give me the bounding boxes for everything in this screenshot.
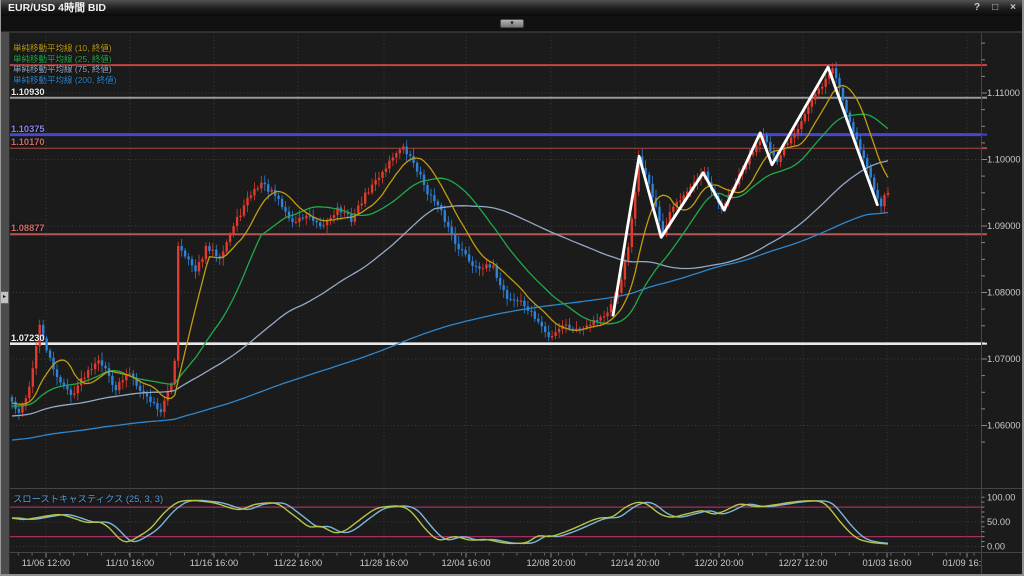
help-button[interactable]: ? (974, 0, 980, 16)
x-axis-label: 12/04 16:00 (441, 558, 490, 568)
stochastic-axis-label: 100.00 (987, 492, 1015, 502)
legend-item-sma75: 単純移動平均線 (75, 終値) (13, 64, 116, 75)
grid-lines (9, 33, 981, 552)
legend-item-sma200: 単純移動平均線 (200, 終値) (13, 75, 116, 86)
stochastic-axis-label: 0.00 (987, 542, 1005, 552)
x-axis-label: 11/10 16:00 (106, 558, 154, 568)
x-axis-label: 12/20 20:00 (694, 558, 743, 568)
ma-legend: 単純移動平均線 (10, 終値) 単純移動平均線 (25, 終値) 単純移動平均… (13, 43, 116, 85)
stochastic-axis-label: 50.00 (987, 517, 1010, 527)
title-bar[interactable]: EUR/USD 4時間 BID ? □ × (0, 0, 1024, 17)
maximize-button[interactable]: □ (992, 0, 998, 16)
chart-window: 1.11000 1.10000 1.09000 1.08000 1.07000 1.060… (0, 0, 1024, 576)
left-panel-strip: ▸ (0, 31, 10, 576)
stochastic-label: スローストキャスティクス (25, 3, 3) (13, 491, 163, 505)
window-title: EUR/USD 4時間 BID (8, 0, 106, 16)
sma-25-line (12, 114, 888, 406)
legend-item-sma10: 単純移動平均線 (10, 終値) (13, 43, 116, 54)
y-axis-label: 1.09000 (987, 221, 1021, 231)
sma-75-line (12, 161, 888, 416)
x-axis-label: 11/28 16:00 (360, 558, 408, 568)
chevron-right-icon: ▸ (3, 294, 6, 300)
y-axis-label: 1.06000 (987, 421, 1021, 431)
window-border-left (0, 0, 1, 576)
window-controls: ? □ × (974, 0, 1016, 16)
chart-canvas[interactable]: 1.11000 1.10000 1.09000 1.08000 1.07000 1.060… (0, 0, 1024, 576)
y-axis-label: 1.07000 (987, 354, 1021, 364)
y-axis[interactable]: 1.11000 1.10000 1.09000 1.08000 1.07000 1.060… (982, 43, 1021, 552)
x-axis-label: 12/27 12:00 (778, 558, 827, 568)
x-axis-label: 12/08 20:00 (526, 558, 575, 568)
y-axis-label: 1.10000 (987, 155, 1021, 165)
close-button[interactable]: × (1010, 0, 1016, 16)
x-axis-label: 12/14 20:00 (610, 558, 659, 568)
chevron-down-icon: ▾ (510, 20, 514, 27)
legend-item-sma25: 単純移動平均線 (25, 終値) (13, 54, 116, 65)
x-axis-label: 01/09 16:00 (942, 558, 991, 568)
x-axis-label: 11/16 16:00 (190, 558, 238, 568)
price-lines (9, 65, 987, 344)
x-axis-label: 11/06 12:00 (22, 558, 70, 568)
x-axis[interactable]: 11/06 12:00 11/10 16:00 11/16 16:00 11/22 1… (18, 553, 991, 568)
panel-expand-button[interactable]: ▸ (0, 291, 9, 304)
toolbar: ▾ (0, 16, 1024, 32)
x-axis-label: 01/03 16:00 (862, 558, 911, 568)
candles-layer (11, 62, 889, 420)
sma-200-line (12, 213, 888, 440)
y-axis-label: 1.11000 (987, 88, 1020, 98)
toolbar-collapse-button[interactable]: ▾ (500, 19, 524, 28)
y-axis-label: 1.08000 (987, 288, 1021, 298)
x-axis-label: 11/22 16:00 (274, 558, 322, 568)
moving-averages (12, 67, 888, 440)
